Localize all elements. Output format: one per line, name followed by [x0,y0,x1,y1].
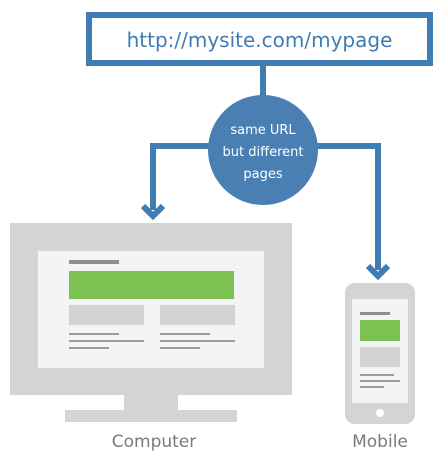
phone-home-button [376,409,384,417]
computer-icon [10,223,292,422]
text-line [69,347,109,349]
text-line [360,374,394,376]
content-block-left [69,305,144,325]
bubble-line-1: same URL [230,123,296,138]
page-banner [69,271,234,299]
bubble: same URL but different pages [208,95,318,205]
text-line [360,386,384,388]
content-block [360,347,400,367]
content-block-right [160,305,235,325]
left-branch-line [150,143,210,210]
mobile-icon [345,283,415,424]
responsive-design-diagram: http://mysite.com/mypage same URL but di… [10,12,433,452]
text-line [160,347,200,349]
right-branch-line [316,143,381,270]
text-line [160,340,235,342]
bubble-line-3: pages [243,167,282,182]
bubble-line-2: but different [223,145,304,160]
monitor-neck [124,395,178,410]
text-line [69,340,144,342]
url-text: http://mysite.com/mypage [127,28,393,52]
text-line [360,380,400,382]
page-header-line [69,260,119,264]
mobile-label: Mobile [352,432,408,452]
text-line [160,333,210,335]
url-box: http://mysite.com/mypage [86,12,433,66]
page-banner [360,320,400,341]
computer-label: Computer [112,432,197,452]
text-line [69,333,119,335]
page-header-line [360,312,390,315]
monitor-base [65,410,237,422]
